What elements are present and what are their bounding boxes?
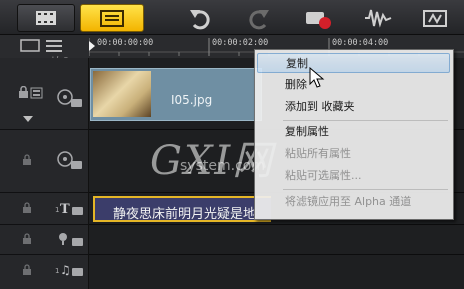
overlay-track-icon	[57, 151, 82, 169]
menu-item-delete[interactable]: 删除	[257, 75, 450, 95]
track-lock-icon[interactable]	[22, 202, 32, 214]
music-track-lane[interactable]	[89, 255, 464, 289]
title-clip[interactable]: 静夜思床前明月光疑是地	[93, 196, 271, 222]
storyboard-view-button[interactable]	[17, 4, 75, 32]
timeline-icon	[100, 10, 124, 27]
auto-music-icon[interactable]	[420, 6, 450, 30]
film-strip-icon	[36, 11, 56, 25]
svg-text:T: T	[60, 202, 70, 216]
clip-name: I05.jpg	[171, 93, 213, 107]
record-capture-icon[interactable]	[303, 6, 333, 30]
menu-separator	[283, 120, 448, 121]
title-clip-text: 静夜思床前明月光疑是地	[113, 207, 257, 222]
menu-item-copy[interactable]: 复制	[257, 53, 450, 73]
watermark-sub: system.com	[180, 158, 265, 174]
menu-item-apply-filter-alpha[interactable]: 将滤镜应用至 Alpha 通道	[257, 192, 450, 212]
menu-item-copy-attributes[interactable]: 复制属性	[257, 122, 450, 142]
track-lock-icon[interactable]	[22, 154, 32, 166]
track-lock-icon[interactable]	[22, 264, 32, 276]
audio-mixer-icon[interactable]	[363, 6, 393, 30]
music-track-icon: 1 ♫	[55, 263, 83, 277]
redo-icon[interactable]	[243, 6, 273, 30]
timeline-view-button[interactable]	[80, 4, 144, 32]
music-track-header: 1 ♫	[0, 255, 88, 289]
track-lock-icon[interactable]	[22, 233, 32, 245]
video-track-icon	[57, 89, 82, 107]
svg-text:♫: ♫	[60, 263, 71, 277]
toolbar	[0, 0, 464, 35]
voice-track-lane[interactable]	[89, 225, 464, 255]
undo-icon[interactable]	[186, 6, 216, 30]
voice-track-icon	[59, 233, 83, 246]
svg-text:1: 1	[55, 206, 59, 214]
menu-separator	[283, 189, 448, 190]
menu-item-paste-selected-attributes[interactable]: 粘贴可选属性...	[257, 166, 450, 186]
title-track-icon: 1 T	[55, 202, 83, 216]
svg-text:1: 1	[55, 267, 59, 275]
menu-item-add-to-favorites[interactable]: 添加到 收藏夹	[257, 97, 450, 117]
mouse-cursor-icon	[309, 67, 325, 88]
overlay-track-header	[0, 130, 88, 193]
title-track-header: 1 T	[0, 193, 88, 225]
track-lock-icon[interactable]	[18, 86, 44, 100]
video-track-header	[0, 58, 88, 130]
menu-item-paste-all-attributes[interactable]: 粘贴所有属性	[257, 144, 450, 164]
expand-track-icon[interactable]	[22, 115, 34, 123]
context-menu: 复制 删除 添加到 收藏夹 复制属性 粘贴所有属性 粘贴可选属性... 将滤镜应…	[254, 49, 454, 220]
video-clip[interactable]: I05.jpg	[90, 68, 262, 121]
clip-thumbnail	[93, 71, 151, 117]
voice-track-header	[0, 225, 88, 255]
track-manager-icon[interactable]	[20, 38, 66, 54]
